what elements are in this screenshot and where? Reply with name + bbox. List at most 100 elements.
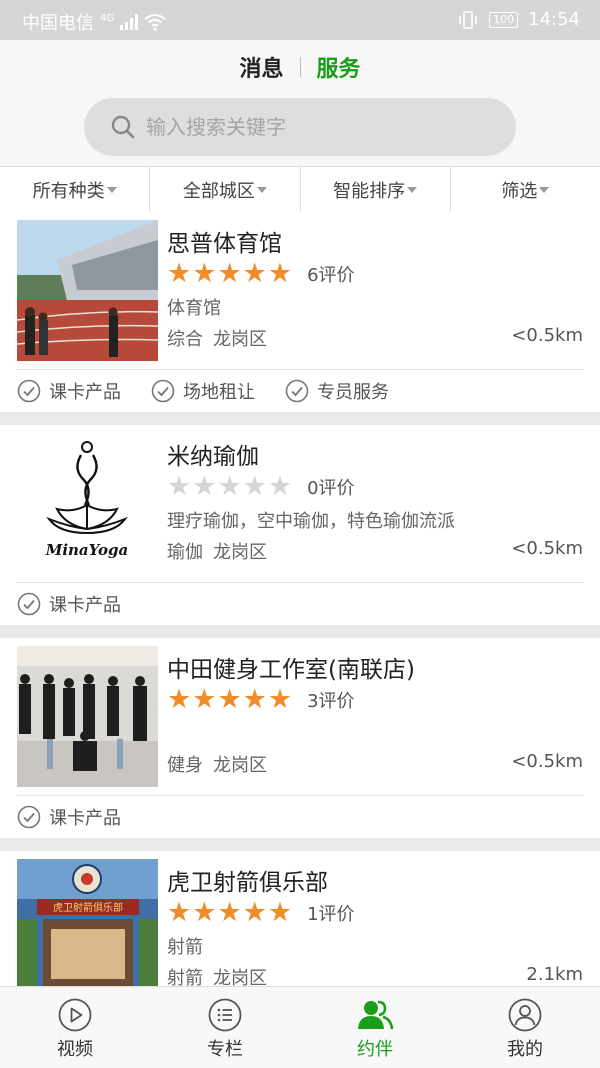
venue-card[interactable]: 虎卫射箭俱乐部 虎卫射箭俱乐部 ★ ★ ★ ★ ★ 1评价 射箭 射箭 龙岗区 2.1km	[0, 851, 600, 986]
venue-photo-gym	[17, 646, 158, 787]
venue-distance: <0.5km	[511, 751, 583, 772]
nav-column-label: 专栏	[207, 1038, 243, 1060]
minayoga-logo-text: MinaYoga	[45, 541, 129, 559]
star-icon: ★	[267, 684, 293, 715]
star-icon: ★	[217, 684, 242, 715]
star-icon: ★	[192, 897, 217, 928]
rating-stars: ★ ★ ★ ★ ★ 3评价	[167, 686, 355, 713]
review-count: 1评价	[307, 903, 355, 925]
list-circle-icon	[208, 998, 242, 1031]
signal-icon	[120, 14, 139, 30]
star-icon: ★	[167, 684, 192, 715]
rating-stars: ★ ★ ★ ★ ★ 6评价	[167, 260, 355, 287]
venue-distance: <0.5km	[511, 325, 583, 346]
service-tag: 场地租让	[151, 378, 255, 404]
carrier-label: 中国电信	[22, 13, 94, 34]
star-icon: ★	[267, 471, 293, 502]
venue-photo-stadium	[17, 220, 158, 361]
venue-district-tag: 龙岗区	[213, 755, 267, 776]
star-icon: ★	[192, 471, 217, 502]
nav-mine-label: 我的	[507, 1038, 543, 1060]
venue-card[interactable]: 中田健身工作室(南联店) ★ ★ ★ ★ ★ 3评价 健身 龙岗区 <0.5km 课卡产品	[0, 638, 600, 838]
venue-type-tag: 健身	[167, 755, 203, 776]
venue-name: 思普体育馆	[167, 231, 282, 257]
star-icon: ★	[217, 897, 242, 928]
service-label: 课卡产品	[49, 808, 121, 829]
nav-column[interactable]: 专栏	[150, 987, 300, 1068]
venue-type-tag: 瑜伽	[167, 542, 203, 563]
star-icon: ★	[267, 897, 293, 928]
filter-screen[interactable]: 筛选	[451, 167, 600, 212]
star-icon: ★	[217, 258, 242, 289]
star-icon: ★	[242, 897, 267, 928]
service-tag: 课卡产品	[17, 378, 121, 404]
card-separator	[0, 838, 600, 851]
venue-card[interactable]: MinaYoga 米纳瑜伽 ★ ★ ★ ★ ★ 0评价 理疗瑜伽，空中瑜伽，特色瑜伽流派…	[0, 425, 600, 625]
clock: 14:54	[528, 9, 580, 30]
venue-name: 中田健身工作室(南联店)	[167, 657, 415, 683]
service-label: 场地租让	[183, 382, 255, 403]
rating-stars: ★ ★ ★ ★ ★ 1评价	[167, 899, 355, 926]
venue-category: 理疗瑜伽，空中瑜伽，特色瑜伽流派	[167, 511, 455, 532]
caret-down-icon	[539, 186, 550, 193]
star-icon: ★	[242, 684, 267, 715]
nav-video[interactable]: 视频	[0, 987, 150, 1068]
venue-card[interactable]: 思普体育馆 ★ ★ ★ ★ ★ 6评价 体育馆 综合 龙岗区 <0.5km 课卡产品 场地…	[0, 212, 600, 412]
venue-district-tag: 龙岗区	[213, 968, 267, 986]
venue-tags: 瑜伽 龙岗区	[167, 538, 277, 564]
venue-type-tag: 综合	[167, 329, 203, 350]
venue-photo-archery: 虎卫射箭俱乐部	[17, 859, 158, 986]
check-circle-icon	[17, 379, 41, 403]
service-tags: 课卡产品	[17, 582, 583, 625]
check-circle-icon	[285, 379, 309, 403]
search-bar[interactable]	[84, 98, 516, 156]
card-separator	[0, 412, 600, 425]
service-tags: 课卡产品 场地租让 专员服务	[17, 369, 583, 412]
rating-stars: ★ ★ ★ ★ ★ 0评价	[167, 473, 355, 500]
star-icon: ★	[192, 258, 217, 289]
filter-bar: 所有种类 全部城区 智能排序 筛选	[0, 166, 600, 213]
filter-sort-label: 智能排序	[333, 180, 406, 202]
network-label: 4G	[100, 12, 115, 24]
tab-services[interactable]: 服务	[301, 51, 377, 83]
venue-district-tag: 龙岗区	[213, 542, 267, 563]
nav-partner-label: 约伴	[357, 1038, 393, 1060]
filter-category-label: 所有种类	[32, 180, 105, 202]
vibrate-icon	[459, 10, 477, 29]
caret-down-icon	[106, 186, 117, 193]
star-icon: ★	[267, 258, 293, 289]
search-input[interactable]	[144, 114, 488, 140]
review-count: 6评价	[307, 264, 355, 286]
star-icon: ★	[167, 471, 192, 502]
check-circle-icon	[17, 592, 41, 616]
service-label: 专员服务	[317, 382, 389, 403]
venue-distance: 2.1km	[526, 964, 583, 985]
venue-tags: 射箭 龙岗区	[167, 964, 277, 986]
people-icon	[358, 1000, 394, 1029]
star-icon: ★	[217, 471, 242, 502]
venue-distance: <0.5km	[511, 538, 583, 559]
tab-messages[interactable]: 消息	[223, 51, 299, 83]
filter-district[interactable]: 全部城区	[150, 167, 301, 212]
service-tag: 课卡产品	[17, 591, 121, 617]
filter-screen-label: 筛选	[501, 180, 538, 202]
filter-category[interactable]: 所有种类	[0, 167, 151, 212]
venue-logo-minayoga: MinaYoga	[17, 433, 158, 574]
search-icon	[111, 115, 135, 139]
filter-sort[interactable]: 智能排序	[301, 167, 451, 212]
star-icon: ★	[192, 684, 217, 715]
nav-mine[interactable]: 我的	[450, 987, 600, 1068]
star-icon: ★	[242, 471, 267, 502]
service-label: 课卡产品	[49, 595, 121, 616]
card-separator	[0, 625, 600, 638]
venue-category: 射箭	[167, 937, 203, 958]
service-tag: 专员服务	[285, 378, 389, 404]
user-circle-icon	[508, 998, 542, 1031]
wifi-icon	[144, 14, 166, 31]
nav-partner[interactable]: 约伴	[300, 987, 450, 1068]
header: 消息 服务	[0, 40, 600, 166]
service-tags: 课卡产品	[17, 795, 583, 838]
nav-video-label: 视频	[57, 1038, 93, 1060]
status-bar: 中国电信 4G 100 14:54	[0, 0, 600, 40]
check-circle-icon	[17, 805, 41, 829]
